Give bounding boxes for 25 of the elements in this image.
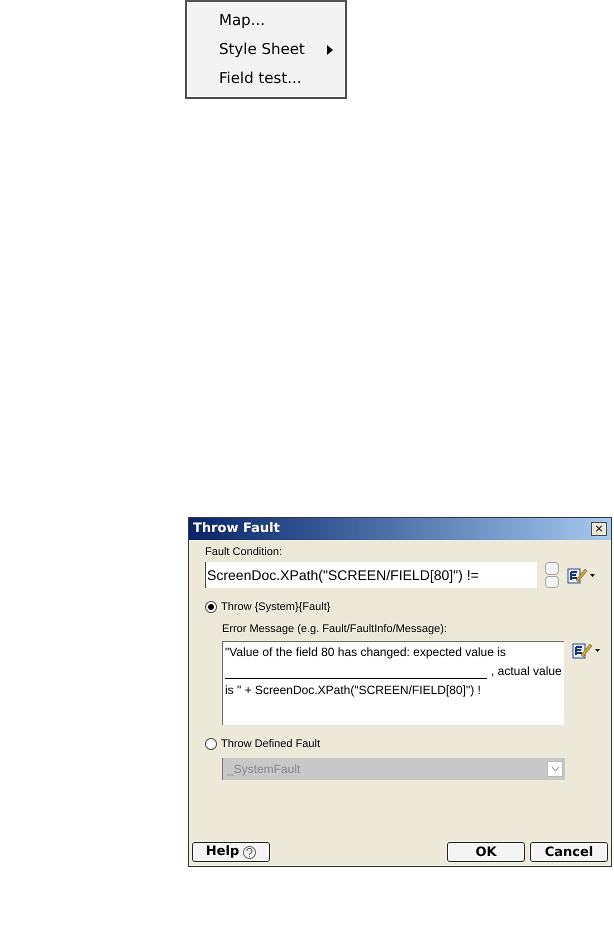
menu-item[interactable]: Field test... (187, 64, 345, 93)
condition-field[interactable]: ScreenDoc.XPath("SCREEN/FIELD[80]") != (205, 562, 538, 588)
window-title: Throw Fault (193, 520, 280, 538)
expression-editor-button[interactable] (572, 641, 600, 659)
field-label: Fault Condition: (205, 545, 284, 560)
submenu-arrow-icon (327, 44, 333, 54)
ok-button[interactable]: OK (447, 842, 525, 862)
help-icon (243, 846, 256, 858)
menu-item[interactable]: Map... (187, 6, 345, 35)
message-line: is " + ScreenDoc.XPath("SCREEN/FIELD[80]") ! (225, 682, 481, 699)
caret-icon (590, 574, 595, 576)
menu-item[interactable]: Style Sheet (187, 35, 345, 64)
radio-option[interactable]: Throw Defined Fault (205, 735, 595, 753)
message-field[interactable]: "Value of the field 80 has changed: expected value is , actual value is " + ScreenDoc.XPath("SCREEN/FIELD[80]") ! (222, 641, 564, 725)
edit-icon (567, 566, 587, 584)
caret-icon (594, 648, 600, 652)
expression-editor-button[interactable] (567, 566, 595, 584)
message-line: , actual value (491, 663, 562, 680)
message-line: "Value of the field 80 has changed: expected value is (225, 644, 506, 661)
cancel-button[interactable]: Cancel (530, 842, 608, 862)
help-button[interactable]: Help (192, 842, 270, 862)
close-button[interactable]: × (591, 522, 607, 536)
field-label: Error Message (e.g. Fault/FaultInfo/Message): (222, 622, 448, 637)
radio-option[interactable]: Throw {System}{Fault} (205, 598, 595, 616)
edit-icon (572, 641, 592, 659)
